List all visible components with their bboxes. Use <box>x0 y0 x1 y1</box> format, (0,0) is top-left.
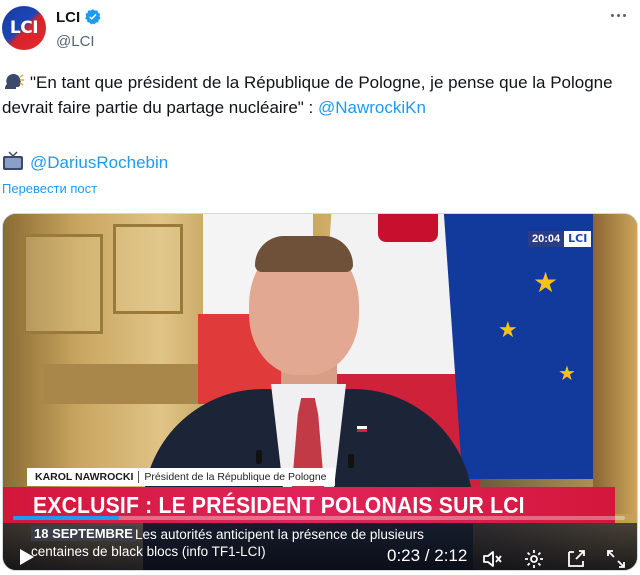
avatar[interactable]: LCI <box>2 6 46 50</box>
mention-dariusrochebin[interactable]: @DariusRochebin <box>30 153 168 172</box>
nameplate-role: Président de la République de Pologne <box>144 471 327 483</box>
author-handle[interactable]: @LCI <box>56 33 95 50</box>
fullscreen-icon[interactable] <box>605 548 627 570</box>
volume-icon[interactable] <box>481 548 503 570</box>
channel-bug: 20:04 LCI <box>528 231 592 247</box>
author-name-row: LCI <box>56 8 102 26</box>
speaking-head-icon <box>5 74 24 89</box>
video-player[interactable]: ★ ★ ★ 20:04 LCI KAROL NAWROCKI Président… <box>2 213 638 571</box>
video-controls: 0:23 / 2:12 <box>3 536 637 570</box>
tweet-quote: "En tant que président de la République … <box>2 73 613 117</box>
bug-logo: LCI <box>564 231 592 247</box>
translate-post-link[interactable]: Перевести пост <box>2 181 97 196</box>
verified-badge-icon <box>85 9 101 25</box>
video-time: 0:23 / 2:12 <box>387 546 468 565</box>
pop-out-icon[interactable] <box>565 548 587 570</box>
tweet-text: "En tant que président de la République … <box>2 70 632 120</box>
mention-nawrockikn[interactable]: @NawrockiKn <box>318 98 426 117</box>
progress-fill <box>13 516 120 520</box>
progress-bar[interactable] <box>13 516 625 520</box>
display-name[interactable]: LCI <box>56 9 80 26</box>
nameplate: KAROL NAWROCKI Président de la Républiqu… <box>27 468 335 486</box>
avatar-logo-text: LCI <box>9 18 39 38</box>
tv-icon <box>3 151 23 170</box>
more-options-icon[interactable] <box>607 10 630 21</box>
headline-text: EXCLUSIF : LE PRÉSIDENT POLONAIS SUR LCI <box>33 491 525 518</box>
nameplate-name: KAROL NAWROCKI <box>35 471 134 483</box>
play-icon[interactable] <box>17 548 35 566</box>
tweet-mention-line: @DariusRochebin <box>2 150 168 175</box>
bug-time: 20:04 <box>528 231 565 247</box>
settings-gear-icon[interactable] <box>523 548 545 570</box>
